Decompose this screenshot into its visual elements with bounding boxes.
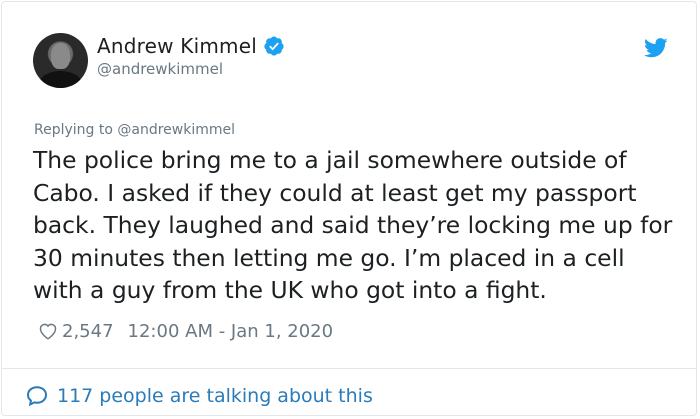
tweet-card: Andrew Kimmel @andrewkimmel Replying to … xyxy=(1,1,697,416)
reply-context: Replying to @andrewkimmel xyxy=(34,122,235,138)
verified-badge-icon xyxy=(264,36,284,56)
conversation-count-text[interactable]: 117 people are talking about this xyxy=(57,385,373,407)
avatar-face xyxy=(51,43,70,69)
tweet-meta: 2,547 12:00 AM - Jan 1, 2020 xyxy=(37,320,333,342)
divider xyxy=(2,368,696,369)
author-handle[interactable]: @andrewkimmel xyxy=(97,60,223,78)
avatar-shoulders xyxy=(39,71,82,88)
heart-icon[interactable] xyxy=(37,320,59,342)
conversation-link[interactable]: 117 people are talking about this xyxy=(25,384,373,408)
author-name[interactable]: Andrew Kimmel xyxy=(97,34,257,58)
like-count[interactable]: 2,547 xyxy=(62,321,114,342)
avatar[interactable] xyxy=(33,33,88,88)
reply-handle-link[interactable]: @andrewkimmel xyxy=(117,122,235,138)
speech-bubble-icon xyxy=(26,386,48,407)
reply-prefix: Replying to xyxy=(34,122,118,138)
author-name-row[interactable]: Andrew Kimmel xyxy=(97,34,285,58)
tweet-text: The police bring me to a jail somewhere … xyxy=(33,146,673,305)
twitter-bird-icon[interactable] xyxy=(644,38,668,58)
timestamp[interactable]: 12:00 AM - Jan 1, 2020 xyxy=(128,321,334,342)
